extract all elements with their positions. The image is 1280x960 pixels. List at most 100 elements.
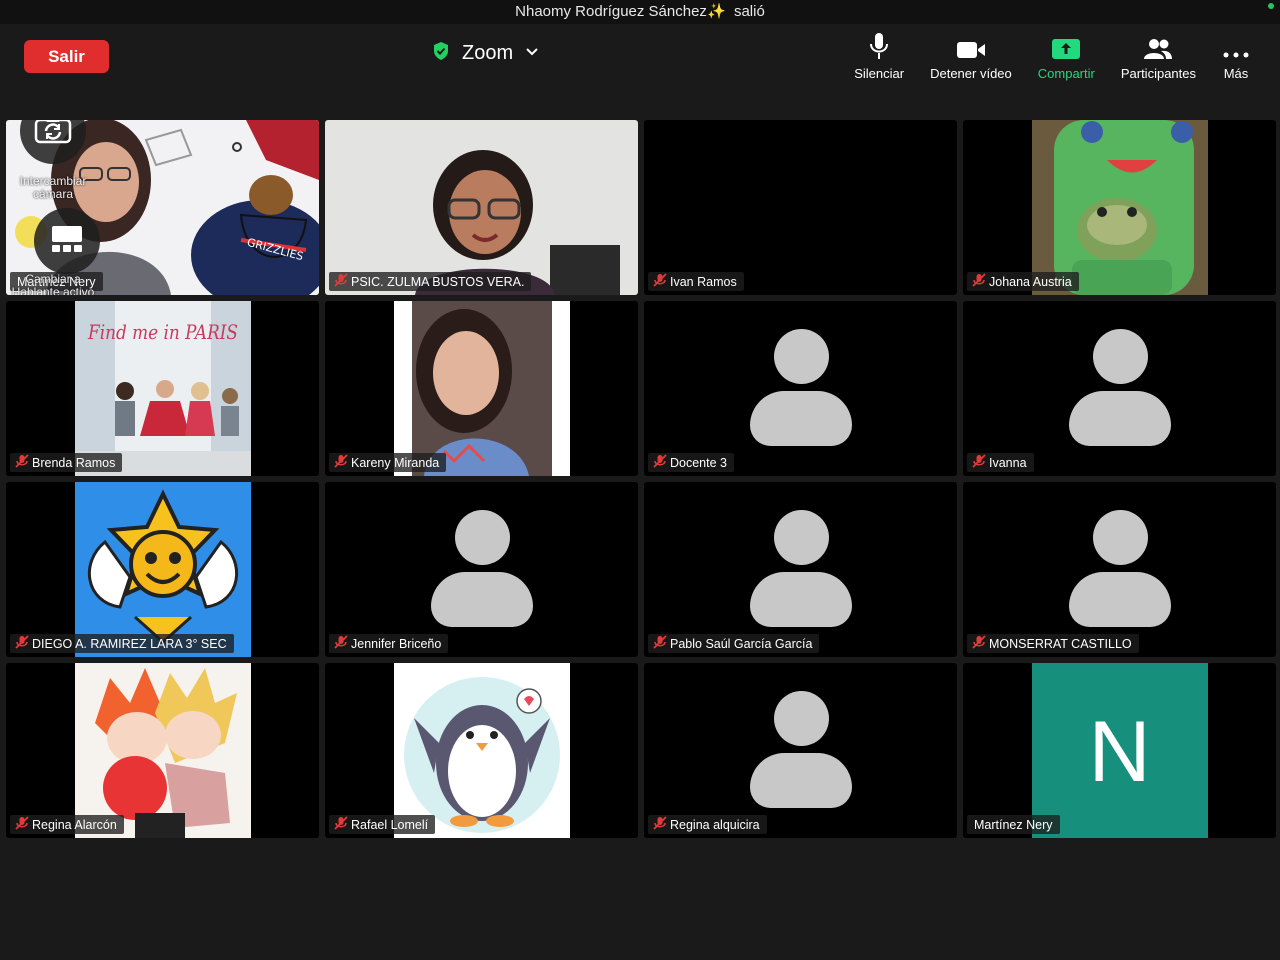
- gallery-view-icon: [50, 224, 84, 259]
- participant-name-bar: Ivan Ramos: [648, 272, 744, 291]
- participant-name-bar: MONSERRAT CASTILLO: [967, 634, 1139, 653]
- participant-video: [325, 120, 638, 295]
- share-button[interactable]: Compartir: [1038, 32, 1095, 81]
- meeting-title: Zoom: [462, 41, 514, 64]
- initial-avatar: N: [1031, 663, 1208, 838]
- stop-video-button[interactable]: Detener vídeo: [930, 32, 1012, 81]
- muted-microphone-icon: [334, 816, 348, 833]
- meeting-info[interactable]: Zoom: [432, 36, 539, 70]
- default-avatar-icon: [749, 329, 852, 447]
- muted-microphone-icon: [653, 635, 667, 652]
- toolbar-actions: Silenciar Detener vídeo Compartir Partic…: [828, 32, 1250, 81]
- participant-tile[interactable]: Pablo Saúl García García: [644, 482, 957, 657]
- default-avatar-icon: [1068, 510, 1171, 628]
- default-avatar-icon: [430, 510, 533, 628]
- meeting-toolbar: Salir Zoom Silenciar Detener vídeo Compa…: [0, 24, 1280, 94]
- camera-switch-icon: [34, 120, 72, 149]
- participant-name: Rafael Lomelí: [351, 817, 429, 832]
- avatar-initial: N: [1088, 704, 1151, 800]
- participant-name-bar: Brenda Ramos: [10, 453, 123, 472]
- participant-name: Jennifer Briceño: [351, 636, 442, 651]
- participant-name-bar: Regina alquicira: [648, 815, 767, 834]
- muted-microphone-icon: [15, 454, 29, 471]
- participant-tile[interactable]: Regina Alarcón: [6, 663, 319, 838]
- leave-button[interactable]: Salir: [24, 40, 109, 73]
- switch-camera-label: Intercambiar cámara: [19, 174, 87, 201]
- profile-picture: [74, 663, 251, 838]
- participant-tile[interactable]: N Martínez Nery: [963, 663, 1276, 838]
- switch-view-button[interactable]: [34, 208, 100, 274]
- participant-name-bar: Regina Alarcón: [10, 815, 124, 834]
- participants-icon: [1143, 32, 1173, 60]
- participant-tile[interactable]: Docente 3: [644, 301, 957, 476]
- muted-microphone-icon: [15, 816, 29, 833]
- participant-name: MONSERRAT CASTILLO: [989, 636, 1132, 651]
- default-avatar-icon: [749, 510, 852, 628]
- gallery-grid: GRIZZLIES Intercambiar cámara Martínez N…: [6, 120, 1276, 838]
- more-label: Más: [1223, 66, 1249, 81]
- participant-name: Regina Alarcón: [32, 817, 117, 832]
- profile-picture: [1031, 120, 1208, 295]
- default-avatar-icon: [1068, 329, 1171, 447]
- muted-microphone-icon: [15, 635, 29, 652]
- shield-check-icon: [432, 41, 450, 66]
- muted-microphone-icon: [653, 273, 667, 290]
- participant-name: Brenda Ramos: [32, 455, 116, 470]
- participant-name-bar: PSIC. ZULMA BUSTOS VERA.: [329, 272, 532, 291]
- muted-microphone-icon: [334, 454, 348, 471]
- participant-tile[interactable]: MONSERRAT CASTILLO: [963, 482, 1276, 657]
- microphone-icon: [869, 32, 889, 60]
- chevron-down-icon: [525, 44, 539, 62]
- video-camera-icon: [956, 32, 986, 60]
- participant-tile[interactable]: Ivanna: [963, 301, 1276, 476]
- switch-view-label: Cambiar a Hablante activo: [11, 272, 95, 296]
- participants-label: Participantes: [1120, 66, 1196, 81]
- muted-microphone-icon: [972, 454, 986, 471]
- participant-name-bar: DIEGO A. RAMIREZ LARA 3° SEC: [10, 634, 234, 653]
- muted-microphone-icon: [334, 635, 348, 652]
- mute-label: Silenciar: [854, 66, 905, 81]
- participant-name: Ivanna: [989, 455, 1027, 470]
- participant-tile[interactable]: Regina alquicira: [644, 663, 957, 838]
- participant-name-bar: Johana Austria: [967, 272, 1079, 291]
- participant-name-bar: Rafael Lomelí: [329, 815, 436, 834]
- muted-microphone-icon: [653, 816, 667, 833]
- participant-name: Regina alquicira: [670, 817, 760, 832]
- participant-name: Pablo Saúl García García: [670, 636, 813, 651]
- participant-name: Johana Austria: [989, 274, 1072, 289]
- participant-name: PSIC. ZULMA BUSTOS VERA.: [351, 274, 525, 289]
- participant-name-bar: Martínez Nery: [967, 815, 1060, 834]
- profile-picture: [393, 301, 570, 476]
- participant-tile[interactable]: Kareny Miranda: [325, 301, 638, 476]
- participant-tile[interactable]: Rafael Lomelí: [325, 663, 638, 838]
- muted-microphone-icon: [972, 635, 986, 652]
- profile-picture: Find me in PARIS: [74, 301, 251, 476]
- muted-microphone-icon: [653, 454, 667, 471]
- more-button[interactable]: Más: [1222, 32, 1250, 81]
- participant-name: Docente 3: [670, 455, 727, 470]
- notification-banner: Nhaomy Rodríguez Sánchez✨ salió: [0, 0, 1280, 24]
- muted-microphone-icon: [972, 273, 986, 290]
- profile-picture: [393, 663, 570, 838]
- participant-name-bar: Kareny Miranda: [329, 453, 447, 472]
- share-label: Compartir: [1037, 66, 1095, 81]
- participant-tile[interactable]: Find me in PARIS Brenda Ramos: [6, 301, 319, 476]
- participant-tile[interactable]: DIEGO A. RAMIREZ LARA 3° SEC: [6, 482, 319, 657]
- participant-tile[interactable]: Jennifer Briceño: [325, 482, 638, 657]
- participant-name: Ivan Ramos: [670, 274, 737, 289]
- sparkle-emoji: ✨: [706, 3, 726, 20]
- participant-name-bar: Docente 3: [648, 453, 734, 472]
- default-avatar-icon: [749, 691, 852, 809]
- participant-tile[interactable]: GRIZZLIES Intercambiar cámara Martínez N…: [6, 120, 319, 295]
- banner-suffix: salió: [733, 3, 765, 20]
- banner-name: Nhaomy Rodríguez Sánchez: [515, 3, 707, 20]
- mute-button[interactable]: Silenciar: [854, 32, 904, 81]
- stop-video-label: Detener vídeo: [930, 66, 1012, 81]
- participants-button[interactable]: Participantes: [1121, 32, 1196, 81]
- participant-name-bar: Jennifer Briceño: [329, 634, 449, 653]
- participant-tile[interactable]: PSIC. ZULMA BUSTOS VERA.: [325, 120, 638, 295]
- participant-tile[interactable]: Ivan Ramos: [644, 120, 957, 295]
- participant-name: Martínez Nery: [974, 817, 1053, 832]
- participant-tile[interactable]: Johana Austria: [963, 120, 1276, 295]
- muted-microphone-icon: [334, 273, 348, 290]
